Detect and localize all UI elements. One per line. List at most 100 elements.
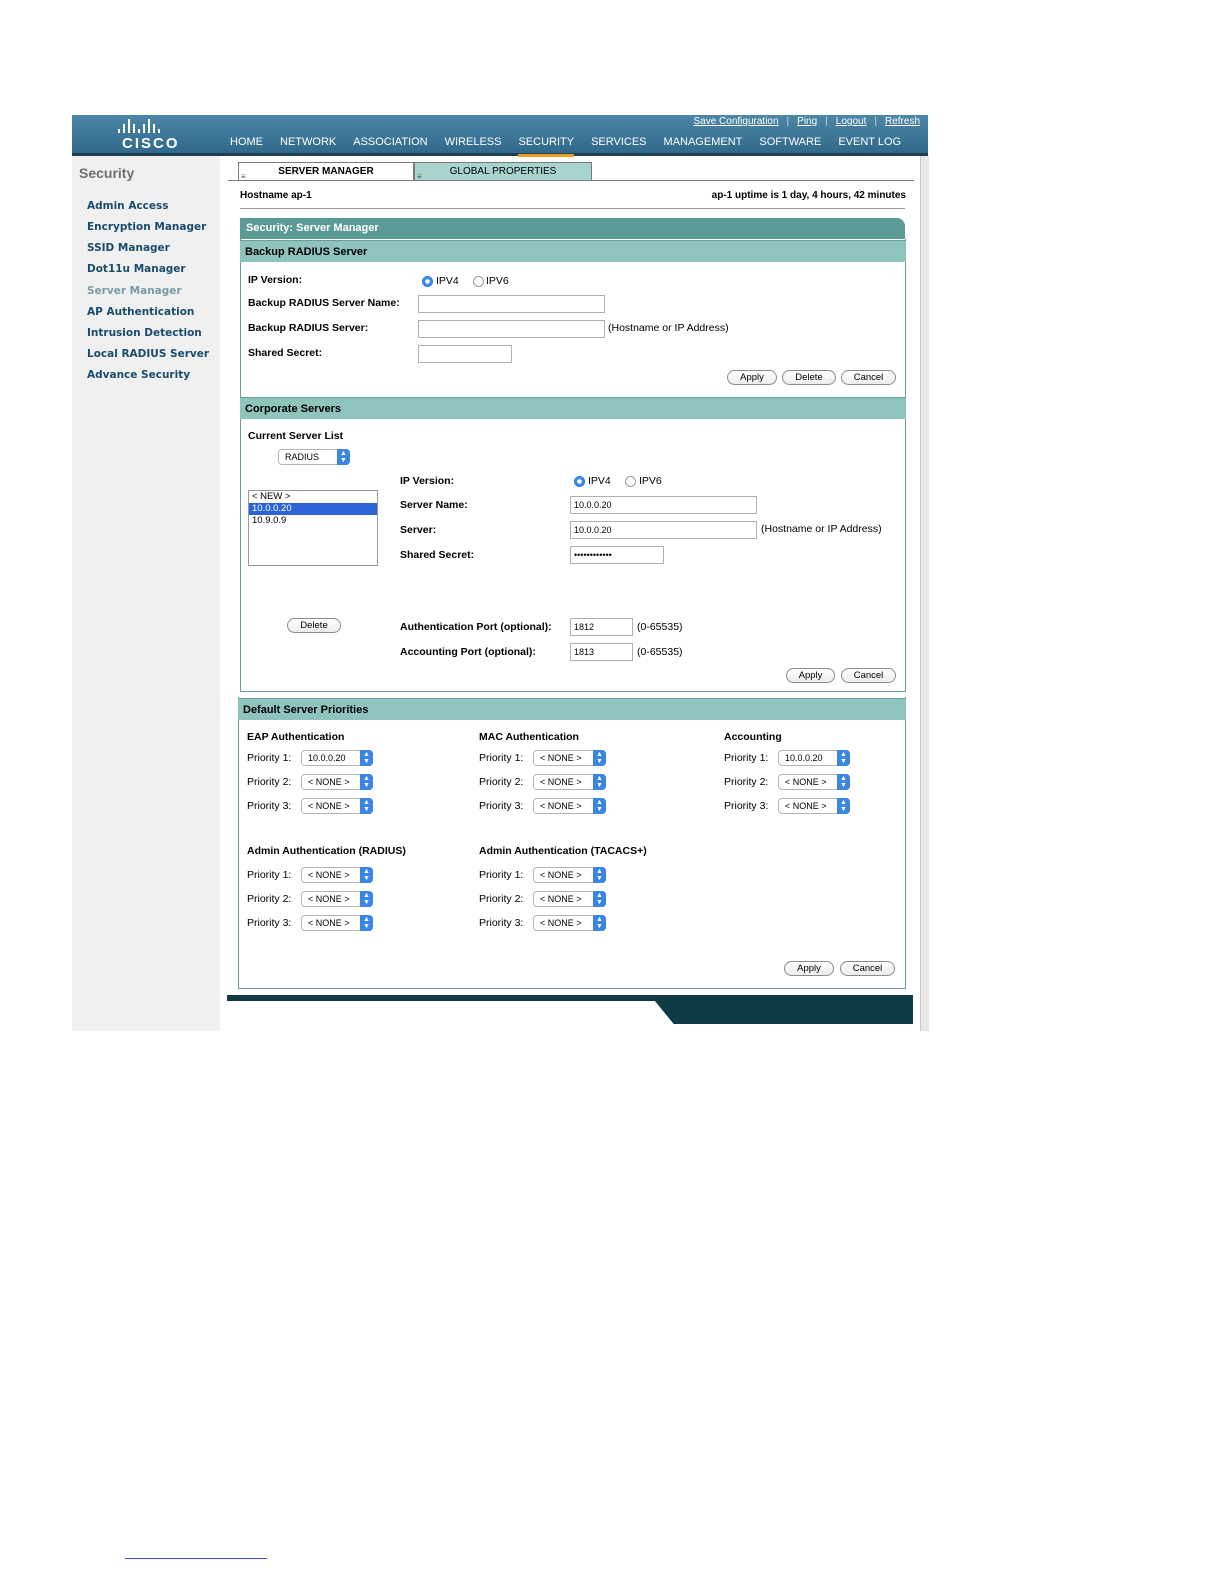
acct-port-input[interactable]: 1813 bbox=[570, 643, 633, 661]
server-delete-button[interactable]: Delete bbox=[287, 618, 341, 633]
sidebar-item-admin-access[interactable]: Admin Access bbox=[87, 200, 169, 212]
corp-cancel-button[interactable]: Cancel bbox=[841, 668, 896, 683]
sidebar-item-intrusion-detection[interactable]: Intrusion Detection bbox=[87, 327, 202, 339]
tab-handle-icon: ≡ bbox=[241, 172, 246, 181]
select-value: < NONE > bbox=[785, 801, 827, 811]
select-value: < NONE > bbox=[540, 801, 582, 811]
backup-cancel-button[interactable]: Cancel bbox=[841, 370, 896, 385]
admin-radius-priority-3-label: Priority 3: bbox=[247, 917, 292, 929]
nav-services[interactable]: SERVICES bbox=[591, 134, 654, 154]
eap-priority-1-label: Priority 1: bbox=[247, 752, 292, 764]
select-value: < NONE > bbox=[540, 777, 582, 787]
priorities-cancel-button[interactable]: Cancel bbox=[840, 961, 895, 976]
chevron-updown-icon: ▲ ▼ bbox=[593, 750, 606, 766]
server-list[interactable]: < NEW > 10.0.0.20 10.9.0.9 bbox=[248, 490, 378, 566]
mac-priority-3-label: Priority 3: bbox=[479, 800, 524, 812]
acct-port-label: Accounting Port (optional): bbox=[400, 646, 536, 658]
eap-priority-2-select[interactable]: < NONE > ▲ ▼ bbox=[301, 774, 373, 790]
select-value: < NONE > bbox=[540, 870, 582, 880]
tab-handle-icon: ≡ bbox=[417, 172, 422, 181]
corp-ipv6-radio[interactable] bbox=[625, 476, 636, 487]
corp-secret-input[interactable]: •••••••••••• bbox=[570, 546, 664, 564]
chevron-updown-icon: ▲ ▼ bbox=[360, 867, 373, 883]
list-item-selected[interactable]: 10.0.0.20 bbox=[249, 503, 377, 515]
admin-tacacs-title: Admin Authentication (TACACS+) bbox=[479, 845, 647, 857]
logout-link[interactable]: Logout bbox=[828, 116, 875, 127]
tab-global-properties[interactable]: ≡ GLOBAL PROPERTIES bbox=[414, 162, 592, 181]
nav-wireless[interactable]: WIRELESS bbox=[445, 134, 510, 154]
admin-radius-priority-1-select[interactable]: < NONE > ▲ ▼ bbox=[301, 867, 373, 883]
server-type-select[interactable]: RADIUS ▲ ▼ bbox=[278, 449, 350, 465]
mac-priority-3-select[interactable]: < NONE > ▲ ▼ bbox=[533, 798, 606, 814]
acct-priority-3-select[interactable]: < NONE > ▲ ▼ bbox=[778, 798, 850, 814]
chevron-updown-icon: ▲ ▼ bbox=[360, 798, 373, 814]
backup-ipv6-radio[interactable] bbox=[473, 276, 484, 287]
admin-radius-priority-2-select[interactable]: < NONE > ▲ ▼ bbox=[301, 891, 373, 907]
nav-home[interactable]: HOME bbox=[230, 134, 271, 154]
admin-tacacs-priority-3-select[interactable]: < NONE > ▲ ▼ bbox=[533, 915, 606, 931]
corporate-servers-heading: Corporate Servers bbox=[240, 397, 906, 419]
utility-links: Save Configuration | Ping | Logout | Refres… bbox=[685, 116, 928, 127]
backup-secret-input[interactable] bbox=[418, 345, 512, 363]
mac-auth-title: MAC Authentication bbox=[479, 731, 579, 743]
save-configuration-link[interactable]: Save Configuration bbox=[685, 116, 786, 127]
admin-tacacs-priority-2-select[interactable]: < NONE > ▲ ▼ bbox=[533, 891, 606, 907]
select-value: < NONE > bbox=[785, 777, 827, 787]
logo-text: CISCO bbox=[122, 135, 180, 152]
acct-priority-1-select[interactable]: 10.0.0.20 ▲ ▼ bbox=[778, 750, 850, 766]
ping-link[interactable]: Ping bbox=[789, 116, 825, 127]
mac-priority-2-select[interactable]: < NONE > ▲ ▼ bbox=[533, 774, 606, 790]
eap-priority-1-select[interactable]: 10.0.0.20 ▲ ▼ bbox=[301, 750, 373, 766]
select-value: 10.0.0.20 bbox=[308, 753, 346, 763]
sidebar-item-dot11u-manager[interactable]: Dot11u Manager bbox=[87, 263, 186, 275]
admin-radius-priority-3-select[interactable]: < NONE > ▲ ▼ bbox=[301, 915, 373, 931]
refresh-link[interactable]: Refresh bbox=[877, 116, 928, 127]
backup-delete-button[interactable]: Delete bbox=[782, 370, 836, 385]
backup-secret-label: Shared Secret: bbox=[248, 347, 323, 359]
priorities-apply-button[interactable]: Apply bbox=[784, 961, 834, 976]
sidebar-item-server-manager[interactable]: Server Manager bbox=[87, 285, 182, 297]
list-item[interactable]: < NEW > bbox=[249, 491, 377, 503]
corp-apply-button[interactable]: Apply bbox=[786, 668, 835, 683]
sidebar-item-local-radius-server[interactable]: Local RADIUS Server bbox=[87, 348, 209, 360]
chevron-updown-icon: ▲ ▼ bbox=[593, 867, 606, 883]
backup-name-input[interactable] bbox=[418, 295, 605, 313]
chevron-updown-icon: ▲ ▼ bbox=[360, 915, 373, 931]
sidebar-item-encryption-manager[interactable]: Encryption Manager bbox=[87, 221, 206, 233]
list-item[interactable]: 10.9.0.9 bbox=[249, 515, 377, 527]
eap-priority-3-select[interactable]: < NONE > ▲ ▼ bbox=[301, 798, 373, 814]
acct-priority-2-label: Priority 2: bbox=[724, 776, 769, 788]
acct-priority-2-select[interactable]: < NONE > ▲ ▼ bbox=[778, 774, 850, 790]
chevron-updown-icon: ▲ ▼ bbox=[360, 774, 373, 790]
corp-server-input[interactable]: 10.0.0.20 bbox=[570, 521, 757, 539]
nav-security[interactable]: SECURITY bbox=[518, 134, 582, 157]
nav-network[interactable]: NETWORK bbox=[280, 134, 344, 154]
sidebar-item-advance-security[interactable]: Advance Security bbox=[87, 369, 190, 381]
backup-server-input[interactable] bbox=[418, 320, 605, 338]
sidebar-item-ssid-manager[interactable]: SSID Manager bbox=[87, 242, 170, 254]
nav-event-log[interactable]: EVENT LOG bbox=[838, 134, 909, 154]
tab-server-manager[interactable]: ≡ SERVER MANAGER bbox=[238, 162, 414, 181]
acct-priority-1-label: Priority 1: bbox=[724, 752, 769, 764]
chevron-updown-icon: ▲ ▼ bbox=[360, 891, 373, 907]
nav-association[interactable]: ASSOCIATION bbox=[353, 134, 435, 154]
cisco-logo: CISCO bbox=[72, 115, 222, 153]
eap-priority-2-label: Priority 2: bbox=[247, 776, 292, 788]
auth-port-input[interactable]: 1812 bbox=[570, 618, 633, 636]
backup-server-hint: (Hostname or IP Address) bbox=[608, 322, 729, 334]
tab-underline bbox=[228, 180, 914, 181]
chevron-updown-icon: ▲ ▼ bbox=[337, 449, 350, 465]
backup-ipv4-radio[interactable] bbox=[422, 276, 433, 287]
backup-apply-button[interactable]: Apply bbox=[727, 370, 777, 385]
admin-tacacs-priority-1-select[interactable]: < NONE > ▲ ▼ bbox=[533, 867, 606, 883]
mac-priority-2-label: Priority 2: bbox=[479, 776, 524, 788]
corp-server-name-input[interactable]: 10.0.0.20 bbox=[570, 496, 757, 514]
footer-shape bbox=[650, 995, 913, 1024]
nav-software[interactable]: SOFTWARE bbox=[759, 134, 829, 154]
mac-priority-1-select[interactable]: < NONE > ▲ ▼ bbox=[533, 750, 606, 766]
nav-management[interactable]: MANAGEMENT bbox=[664, 134, 751, 154]
auth-port-label: Authentication Port (optional): bbox=[400, 621, 552, 633]
sidebar-item-ap-authentication[interactable]: AP Authentication bbox=[87, 306, 194, 318]
admin-radius-title: Admin Authentication (RADIUS) bbox=[247, 845, 406, 857]
corp-ipv4-radio[interactable] bbox=[574, 476, 585, 487]
